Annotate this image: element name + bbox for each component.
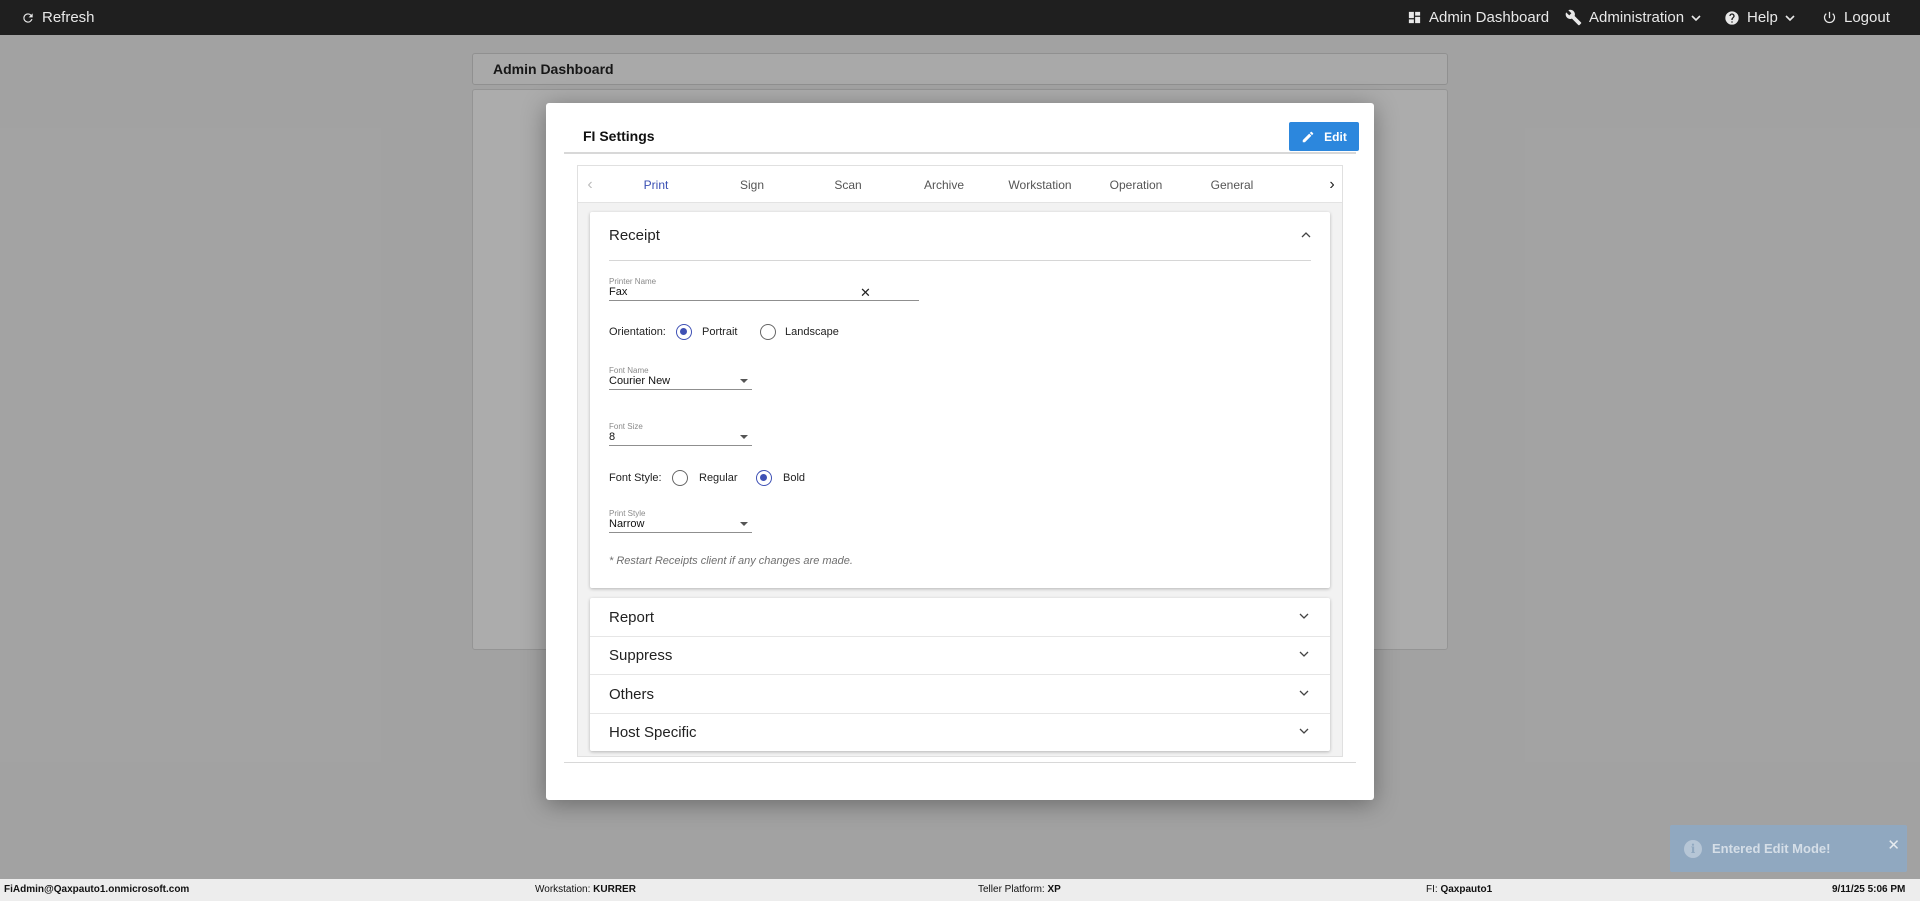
- chevron-down-icon: [1299, 613, 1309, 619]
- status-platform: Teller Platform: XP: [978, 884, 1061, 895]
- settings-content: ‹ Print Sign Scan Archive Workstation Op…: [577, 165, 1343, 757]
- printer-name-underline: [609, 300, 919, 301]
- print-style-underline: [609, 532, 752, 533]
- info-icon: i: [1684, 839, 1702, 858]
- tab-scan[interactable]: Scan: [800, 166, 896, 202]
- status-workstation-value: KURRER: [593, 884, 636, 895]
- chevron-down-icon: [1299, 651, 1309, 657]
- status-datetime: 9/11/25 5:06 PM: [1832, 884, 1905, 895]
- admin-dashboard-link[interactable]: Admin Dashboard: [1407, 0, 1549, 35]
- orientation-label: Orientation:: [609, 326, 666, 338]
- refresh-label: Refresh: [42, 9, 95, 26]
- chevron-down-icon: [1299, 728, 1309, 734]
- section-suppress-title: Suppress: [609, 647, 673, 664]
- status-user-value: FiAdmin@Qaxpauto1.onmicrosoft.com: [4, 884, 190, 895]
- dropdown-arrow-icon[interactable]: [740, 522, 748, 526]
- dropdown-arrow-icon[interactable]: [740, 435, 748, 439]
- chevron-down-icon: [1785, 14, 1795, 21]
- close-icon[interactable]: ✕: [1887, 836, 1900, 854]
- section-host-specific-title: Host Specific: [609, 724, 697, 741]
- title-divider: [564, 152, 1356, 154]
- section-host-specific[interactable]: Host Specific: [590, 713, 1330, 751]
- font-style-bold-label[interactable]: Bold: [783, 472, 805, 484]
- status-datetime-value: 9/11/25 5:06 PM: [1832, 884, 1906, 895]
- font-size-select[interactable]: 8: [609, 431, 615, 443]
- status-fi: FI: Qaxpauto1: [1426, 884, 1492, 895]
- dropdown-arrow-icon[interactable]: [740, 379, 748, 383]
- collapsed-sections: Report Suppress Others Host Specific: [590, 598, 1330, 751]
- font-name-label: Font Name: [609, 366, 649, 375]
- font-style-bold-radio[interactable]: [756, 470, 772, 486]
- section-suppress[interactable]: Suppress: [590, 636, 1330, 674]
- tab-sign[interactable]: Sign: [704, 166, 800, 202]
- status-platform-value: XP: [1047, 884, 1061, 895]
- logout-button[interactable]: Logout: [1822, 0, 1890, 35]
- orientation-landscape-label[interactable]: Landscape: [785, 326, 839, 338]
- status-platform-label: Teller Platform:: [978, 884, 1045, 895]
- print-style-label: Print Style: [609, 509, 646, 518]
- font-size-underline: [609, 445, 752, 446]
- receipt-section: Receipt Printer Name Fax ✕ Orientation: …: [590, 212, 1330, 588]
- status-bar: FiAdmin@Qaxpauto1.onmicrosoft.com Workst…: [0, 879, 1920, 901]
- printer-name-input[interactable]: Fax: [609, 286, 627, 298]
- chevron-down-icon: [1299, 690, 1309, 696]
- modal-footer-divider: [564, 762, 1356, 763]
- orientation-landscape-radio[interactable]: [760, 324, 776, 340]
- section-report[interactable]: Report: [590, 598, 1330, 636]
- tab-general[interactable]: General: [1184, 166, 1280, 202]
- refresh-icon: [23, 12, 33, 23]
- tab-archive[interactable]: Archive: [896, 166, 992, 202]
- toast-notification: i Entered Edit Mode! ✕: [1670, 825, 1907, 872]
- top-nav-bar: Refresh Admin Dashboard Administration H…: [0, 0, 1920, 35]
- receipt-title[interactable]: Receipt: [609, 227, 660, 244]
- tab-scroll-right-icon[interactable]: ›: [1320, 166, 1342, 202]
- font-size-label: Font Size: [609, 422, 643, 431]
- administration-menu[interactable]: Administration: [1565, 0, 1701, 35]
- status-fi-label: FI:: [1426, 884, 1438, 895]
- status-fi-value: Qaxpauto1: [1440, 884, 1493, 895]
- orientation-portrait-label[interactable]: Portrait: [702, 326, 737, 338]
- tab-operation[interactable]: Operation: [1088, 166, 1184, 202]
- font-style-label: Font Style:: [609, 472, 662, 484]
- admin-dashboard-label: Admin Dashboard: [1429, 9, 1550, 26]
- help-icon: [1725, 10, 1739, 25]
- toast-message: Entered Edit Mode!: [1712, 841, 1831, 856]
- refresh-button[interactable]: Refresh: [21, 0, 95, 35]
- chevron-down-icon: [1691, 14, 1701, 21]
- font-style-regular-label[interactable]: Regular: [699, 472, 738, 484]
- print-style-select[interactable]: Narrow: [609, 518, 644, 530]
- status-user: FiAdmin@Qaxpauto1.onmicrosoft.com: [4, 884, 189, 895]
- dashboard-icon: [1408, 11, 1421, 24]
- administration-label: Administration: [1589, 9, 1685, 26]
- edit-button[interactable]: Edit: [1289, 122, 1359, 151]
- clear-icon[interactable]: ✕: [860, 285, 871, 301]
- orientation-portrait-radio[interactable]: [676, 324, 692, 340]
- tab-workstation[interactable]: Workstation: [992, 166, 1088, 202]
- tab-scroll-left-icon[interactable]: ‹: [578, 166, 602, 202]
- section-report-title: Report: [609, 609, 655, 626]
- modal-title: FI Settings: [583, 128, 655, 144]
- edit-label: Edit: [1324, 129, 1347, 144]
- status-workstation-label: Workstation:: [535, 884, 591, 895]
- help-label: Help: [1747, 9, 1778, 26]
- font-name-select[interactable]: Courier New: [609, 375, 670, 387]
- chevron-up-icon[interactable]: [1301, 231, 1311, 238]
- status-workstation: Workstation: KURRER: [535, 884, 636, 895]
- tab-print[interactable]: Print: [608, 166, 704, 202]
- printer-name-label: Printer Name: [609, 277, 657, 286]
- section-others-title: Others: [609, 686, 655, 703]
- section-others[interactable]: Others: [590, 675, 1330, 713]
- restart-note: * Restart Receipts client if any changes…: [609, 555, 853, 567]
- wrench-icon: [1565, 9, 1582, 26]
- power-icon: [1823, 11, 1836, 24]
- help-menu[interactable]: Help: [1724, 0, 1795, 35]
- receipt-divider: [609, 260, 1311, 261]
- settings-tabs: ‹ Print Sign Scan Archive Workstation Op…: [578, 166, 1342, 203]
- fi-settings-modal: FI Settings Edit ‹ Print Sign Scan Archi…: [546, 103, 1374, 800]
- font-style-regular-radio[interactable]: [672, 470, 688, 486]
- logout-label: Logout: [1844, 9, 1890, 26]
- pencil-icon: [1302, 131, 1314, 142]
- font-name-underline: [609, 389, 752, 390]
